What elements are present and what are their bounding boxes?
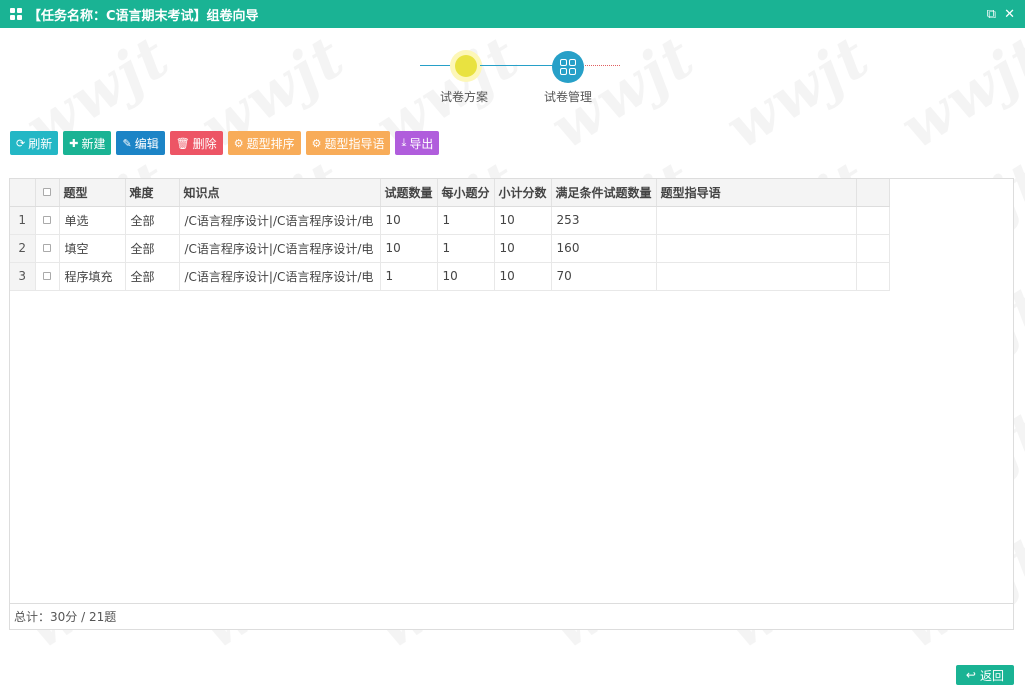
back-arrow-icon: ↩ bbox=[965, 668, 976, 682]
step-1-circle[interactable] bbox=[450, 50, 482, 82]
gear-icon: ⚙ bbox=[311, 136, 322, 150]
table-row[interactable]: 3 程序填充 全部 /C语言程序设计|/C语言程序设计/电 1 10 10 70 bbox=[10, 262, 890, 291]
back-button[interactable]: ↩ 返回 bbox=[955, 665, 1014, 685]
sort-question-type-button[interactable]: ⚙ 题型排序 bbox=[227, 131, 301, 155]
step-indicator: 试卷方案 试卷管理 bbox=[420, 50, 620, 110]
step-connector bbox=[480, 65, 555, 66]
delete-button[interactable]: 🗑 删除 bbox=[169, 131, 223, 155]
cell-score: 10 bbox=[437, 262, 495, 291]
cell-type: 填空 bbox=[59, 234, 126, 263]
cell-subtotal: 10 bbox=[494, 206, 552, 235]
row-number: 2 bbox=[10, 234, 36, 263]
cell-type: 程序填充 bbox=[59, 262, 126, 291]
plus-icon: ✚ bbox=[69, 136, 79, 150]
edit-button[interactable]: ✎ 编辑 bbox=[116, 131, 165, 155]
toolbar: ⟳ 刷新 ✚ 新建 ✎ 编辑 🗑 删除 ⚙ 题型排序 ⚙ 题型指导语 ⤓ 导出 bbox=[10, 131, 440, 155]
grid-footer-summary: 总计：30分 / 21题 bbox=[10, 603, 1013, 629]
column-header[interactable]: 难度 bbox=[125, 179, 180, 207]
cell-difficulty: 全部 bbox=[125, 262, 180, 291]
gear-icon: ⚙ bbox=[233, 136, 244, 150]
cell-guide bbox=[656, 234, 857, 263]
step-2-label: 试卷管理 bbox=[544, 90, 593, 104]
cell-filler bbox=[856, 262, 890, 291]
cell-filler bbox=[856, 206, 890, 235]
window-title: 【任务名称：C语言期末考试】组卷向导 bbox=[28, 8, 259, 24]
step-connector-dotted bbox=[585, 65, 620, 66]
column-header[interactable]: 题型 bbox=[59, 179, 126, 207]
cell-score: 1 bbox=[437, 206, 495, 235]
watermark-mark: wwjt bbox=[889, 28, 1025, 162]
column-header[interactable]: 满足条件试题数量 bbox=[551, 179, 657, 207]
select-all-checkbox[interactable] bbox=[35, 179, 60, 207]
cell-available: 70 bbox=[551, 262, 657, 291]
row-number: 1 bbox=[10, 206, 36, 235]
column-header[interactable]: 每小题分 bbox=[437, 179, 495, 207]
table-row[interactable]: 2 填空 全部 /C语言程序设计|/C语言程序设计/电 10 1 10 160 bbox=[10, 234, 890, 263]
column-header[interactable]: 题型指导语 bbox=[656, 179, 857, 207]
watermark-mark: wwjt bbox=[714, 28, 882, 162]
cell-count: 1 bbox=[380, 262, 438, 291]
row-checkbox[interactable] bbox=[35, 262, 60, 291]
cell-knowledge: /C语言程序设计|/C语言程序设计/电 bbox=[179, 206, 381, 235]
pencil-icon: ✎ bbox=[122, 136, 132, 150]
step-1-label: 试卷方案 bbox=[440, 90, 489, 104]
export-button[interactable]: ⤓ 导出 bbox=[395, 131, 440, 155]
column-header-filler bbox=[856, 179, 890, 207]
row-checkbox[interactable] bbox=[35, 206, 60, 235]
step-connector bbox=[420, 65, 450, 66]
new-button[interactable]: ✚ 新建 bbox=[63, 131, 112, 155]
row-checkbox[interactable] bbox=[35, 234, 60, 263]
trash-icon: 🗑 bbox=[175, 136, 190, 150]
cell-count: 10 bbox=[380, 234, 438, 263]
close-icon[interactable]: ✕ bbox=[1004, 7, 1015, 22]
cell-guide bbox=[656, 262, 857, 291]
refresh-button[interactable]: ⟳ 刷新 bbox=[10, 131, 59, 155]
question-type-guide-button[interactable]: ⚙ 题型指导语 bbox=[305, 131, 391, 155]
cell-filler bbox=[856, 234, 890, 263]
cell-subtotal: 10 bbox=[494, 262, 552, 291]
cell-available: 253 bbox=[551, 206, 657, 235]
cell-knowledge: /C语言程序设计|/C语言程序设计/电 bbox=[179, 262, 381, 291]
cell-type: 单选 bbox=[59, 206, 126, 235]
maximize-icon[interactable]: ⧉ bbox=[987, 7, 996, 22]
window-titlebar: 【任务名称：C语言期末考试】组卷向导 ⧉ ✕ bbox=[0, 0, 1025, 28]
row-number-header bbox=[10, 179, 36, 207]
cell-difficulty: 全部 bbox=[125, 234, 180, 263]
cell-available: 160 bbox=[551, 234, 657, 263]
column-header[interactable]: 试题数量 bbox=[380, 179, 438, 207]
download-icon: ⤓ bbox=[401, 136, 407, 149]
column-header[interactable]: 知识点 bbox=[179, 179, 381, 207]
row-number: 3 bbox=[10, 262, 36, 291]
table-header-row: 题型 难度 知识点 试题数量 每小题分 小计分数 满足条件试题数量 题型指导语 bbox=[10, 179, 890, 207]
question-type-grid: 题型 难度 知识点 试题数量 每小题分 小计分数 满足条件试题数量 题型指导语 … bbox=[9, 178, 1014, 630]
refresh-icon: ⟳ bbox=[16, 136, 26, 150]
cell-knowledge: /C语言程序设计|/C语言程序设计/电 bbox=[179, 234, 381, 263]
data-table: 题型 难度 知识点 试题数量 每小题分 小计分数 满足条件试题数量 题型指导语 … bbox=[10, 179, 890, 291]
table-row[interactable]: 1 单选 全部 /C语言程序设计|/C语言程序设计/电 10 1 10 253 bbox=[10, 206, 890, 235]
step-2-circle[interactable] bbox=[552, 51, 584, 83]
cell-subtotal: 10 bbox=[494, 234, 552, 263]
cell-score: 1 bbox=[437, 234, 495, 263]
cell-guide bbox=[656, 206, 857, 235]
cell-count: 10 bbox=[380, 206, 438, 235]
cell-difficulty: 全部 bbox=[125, 206, 180, 235]
grid-icon bbox=[560, 59, 576, 75]
grid-icon bbox=[10, 8, 22, 20]
column-header[interactable]: 小计分数 bbox=[494, 179, 552, 207]
